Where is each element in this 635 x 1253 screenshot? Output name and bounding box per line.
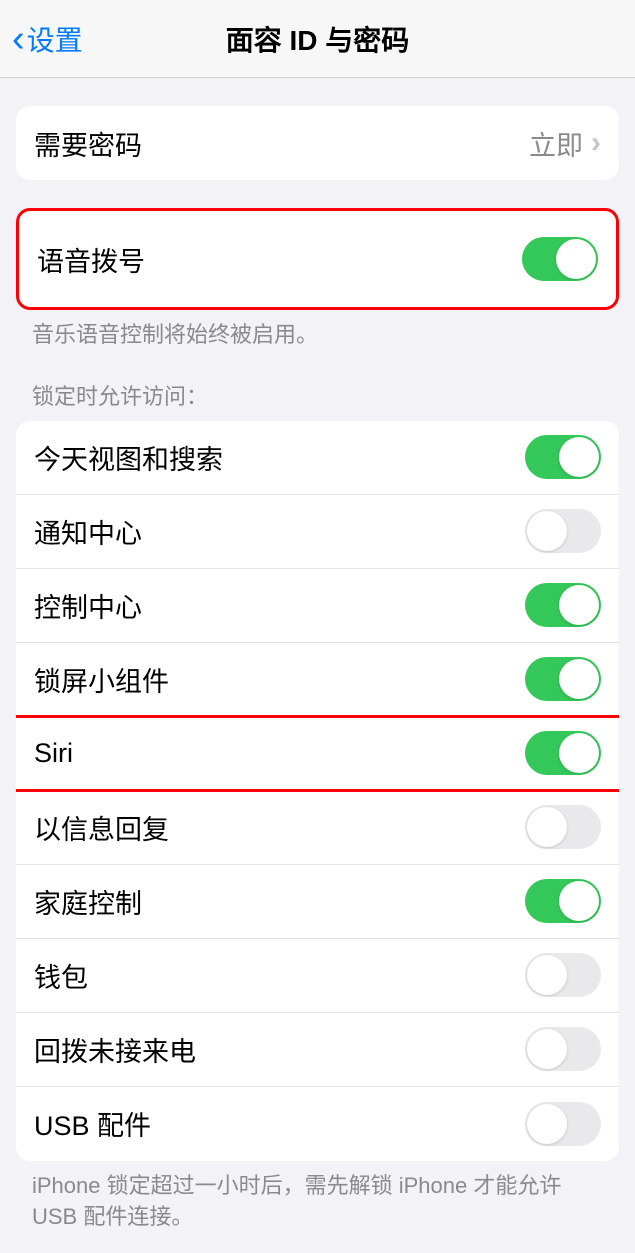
wallet-toggle[interactable] [525,953,601,997]
lock-access-header: 锁定时允许访问： [0,379,635,421]
lock-widgets-label: 锁屏小组件 [34,660,525,699]
toggle-knob [527,807,567,847]
toggle-knob [527,1029,567,1069]
home-control-toggle[interactable] [525,879,601,923]
usb-accessories-label: USB 配件 [34,1104,525,1143]
require-passcode-value: 立即 [529,124,583,163]
toggle-knob [559,437,599,477]
today-view-label: 今天视图和搜索 [34,438,525,477]
toggle-knob [527,1104,567,1144]
control-center-row: 控制中心 [16,569,619,643]
require-passcode-label: 需要密码 [34,124,529,163]
content: 需要密码 立即 › 语音拨号 音乐语音控制将始终被启用。 锁定时允许访问： 今天… [0,106,635,1232]
siri-label: Siri [34,738,525,769]
toggle-knob [527,955,567,995]
notification-center-row: 通知中心 [16,495,619,569]
reply-message-toggle[interactable] [525,805,601,849]
notification-center-toggle[interactable] [525,509,601,553]
require-passcode-group: 需要密码 立即 › [16,106,619,180]
siri-toggle[interactable] [525,731,601,775]
callback-missed-toggle[interactable] [525,1027,601,1071]
callback-missed-label: 回拨未接来电 [34,1030,525,1069]
voice-dial-footer: 音乐语音控制将始终被启用。 [0,310,635,351]
notification-center-label: 通知中心 [34,512,525,551]
siri-row: Siri [16,717,619,791]
callback-missed-row: 回拨未接来电 [16,1013,619,1087]
usb-accessories-row: USB 配件 [16,1087,619,1161]
home-control-label: 家庭控制 [34,882,525,921]
usb-footer: iPhone 锁定超过一小时后，需先解锁 iPhone 才能允许 USB 配件连… [0,1161,635,1233]
voice-dial-label: 语音拨号 [37,240,522,279]
toggle-knob [527,511,567,551]
back-label: 设置 [27,19,83,59]
voice-dial-row: 语音拨号 [19,211,616,307]
toggle-knob [559,585,599,625]
lock-access-group: 今天视图和搜索 通知中心 控制中心 锁屏小组件 Siri [16,421,619,1161]
voice-dial-toggle[interactable] [522,237,598,281]
nav-header: ‹ 设置 面容 ID 与密码 [0,0,635,78]
reply-message-row: 以信息回复 [16,791,619,865]
wallet-label: 钱包 [34,956,525,995]
toggle-knob [559,659,599,699]
page-title: 面容 ID 与密码 [226,19,410,59]
control-center-toggle[interactable] [525,583,601,627]
toggle-knob [556,239,596,279]
chevron-left-icon: ‹ [12,20,25,58]
chevron-right-icon: › [591,126,601,160]
toggle-knob [559,881,599,921]
lock-widgets-row: 锁屏小组件 [16,643,619,717]
toggle-knob [559,733,599,773]
home-control-row: 家庭控制 [16,865,619,939]
today-view-toggle[interactable] [525,435,601,479]
lock-widgets-toggle[interactable] [525,657,601,701]
usb-accessories-toggle[interactable] [525,1102,601,1146]
today-view-row: 今天视图和搜索 [16,421,619,495]
require-passcode-row[interactable]: 需要密码 立即 › [16,106,619,180]
voice-dial-group: 语音拨号 [16,208,619,310]
wallet-row: 钱包 [16,939,619,1013]
back-button[interactable]: ‹ 设置 [12,19,83,59]
control-center-label: 控制中心 [34,586,525,625]
reply-message-label: 以信息回复 [34,808,525,847]
